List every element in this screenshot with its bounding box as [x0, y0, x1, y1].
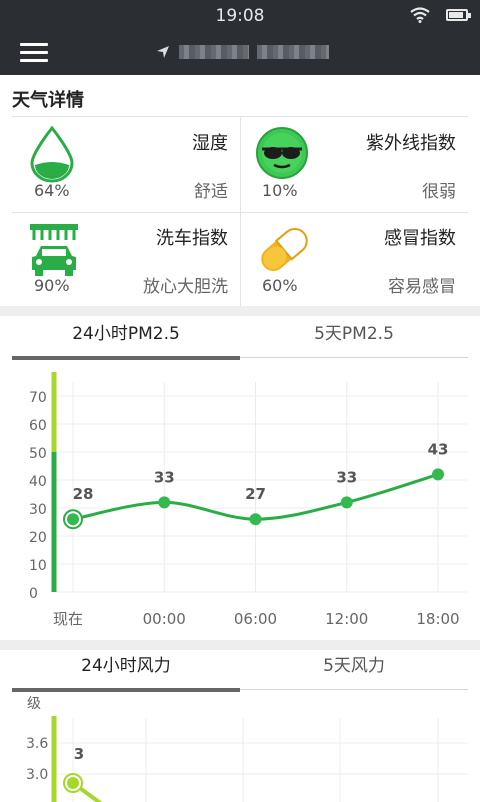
- humidity-name: 湿度: [192, 133, 228, 154]
- x-tick-label: 00:00: [143, 610, 186, 628]
- humidity-card[interactable]: 湿度 64% 舒适: [12, 117, 240, 212]
- humidity-desc: 舒适: [194, 182, 228, 202]
- location-arrow-icon: [157, 46, 169, 58]
- data-label: 3: [74, 745, 84, 763]
- uv-value: 10%: [262, 181, 298, 200]
- tab-wind-24h-label: 24小时风力: [81, 656, 171, 676]
- x-tick-label: 现在: [53, 610, 83, 628]
- tab-pm-5day[interactable]: 5天PM2.5: [240, 314, 468, 358]
- y-tick-label: 30: [29, 502, 47, 518]
- y-tick-label: 50: [29, 446, 47, 462]
- uv-desc: 很弱: [422, 182, 456, 202]
- x-tick-label: 06:00: [234, 610, 277, 628]
- status-bar: 19:08: [0, 0, 480, 30]
- x-tick-label: 12:00: [325, 610, 368, 628]
- uv-name: 紫外线指数: [366, 133, 456, 154]
- tab-pm-5day-label: 5天PM2.5: [314, 324, 394, 344]
- cold-name: 感冒指数: [384, 228, 456, 249]
- details-title: 天气详情: [12, 90, 84, 111]
- y-tick-label: 3.0: [26, 767, 48, 783]
- status-time: 19:08: [215, 6, 265, 26]
- y-tick-label: 3.6: [26, 736, 48, 752]
- wind-tabs: 24小时风力 5天风力: [12, 646, 468, 692]
- details-grid: 湿度 64% 舒适 紫外线指数 10% 很弱 洗车指数 90% 放心大胆洗 感冒…: [12, 116, 468, 307]
- x-tick-label: 18:00: [416, 610, 459, 628]
- wifi-icon: [410, 7, 430, 23]
- data-label: 43: [428, 440, 449, 458]
- data-point: [249, 513, 262, 526]
- data-label: 33: [336, 468, 357, 486]
- carwash-card[interactable]: 洗车指数 90% 放心大胆洗: [12, 212, 240, 307]
- carwash-desc: 放心大胆洗: [143, 277, 228, 297]
- data-point: [67, 513, 79, 526]
- y-tick-label: 40: [29, 474, 47, 490]
- car-wash-icon: [30, 224, 78, 276]
- pm-tabs: 24小时PM2.5 5天PM2.5: [12, 314, 468, 360]
- wind-chart: 级 3.0 3.6 3: [26, 696, 468, 802]
- pill-capsule-icon: [261, 228, 308, 271]
- sunglasses-face-icon: [256, 127, 308, 179]
- data-label: 33: [154, 468, 175, 486]
- y-tick-label: 0: [29, 586, 38, 602]
- carwash-name: 洗车指数: [156, 228, 228, 249]
- data-point: [158, 496, 171, 509]
- battery-icon: [446, 9, 471, 21]
- cold-desc: 容易感冒: [388, 277, 456, 297]
- tab-pm-24h-label: 24小时PM2.5: [72, 324, 180, 344]
- humidity-drop-icon: [30, 125, 74, 183]
- data-point: [432, 468, 444, 481]
- y-tick-label: 70: [29, 390, 47, 406]
- cold-card[interactable]: 感冒指数 60% 容易感冒: [240, 212, 468, 307]
- tab-wind-5day[interactable]: 5天风力: [240, 646, 468, 690]
- location-name-blurred: [257, 45, 329, 59]
- tab-wind-24h[interactable]: 24小时风力: [12, 646, 240, 692]
- data-label: 28: [73, 485, 94, 503]
- tab-wind-5day-label: 5天风力: [323, 656, 385, 676]
- tab-pm-24h[interactable]: 24小时PM2.5: [12, 314, 240, 360]
- cold-value: 60%: [262, 276, 298, 295]
- location-name-blurred: [179, 45, 249, 59]
- humidity-value: 64%: [34, 181, 70, 200]
- carwash-value: 90%: [34, 276, 70, 295]
- pm-chart: 0 10 20 30 40 50 60 70 现在 00:00 06:00 12:00 18:00 28 3…: [29, 372, 468, 628]
- y-tick-label: 10: [29, 558, 47, 574]
- y-tick-label: 60: [29, 418, 47, 434]
- data-point: [340, 496, 353, 509]
- app-bar: [0, 30, 480, 75]
- data-point: [67, 777, 79, 789]
- uv-card[interactable]: 紫外线指数 10% 很弱: [240, 117, 468, 212]
- y-tick-label: 20: [29, 530, 47, 546]
- data-label: 27: [245, 485, 266, 503]
- location[interactable]: [155, 41, 329, 63]
- menu-button[interactable]: [20, 40, 48, 64]
- y-axis-label: 级: [27, 696, 41, 712]
